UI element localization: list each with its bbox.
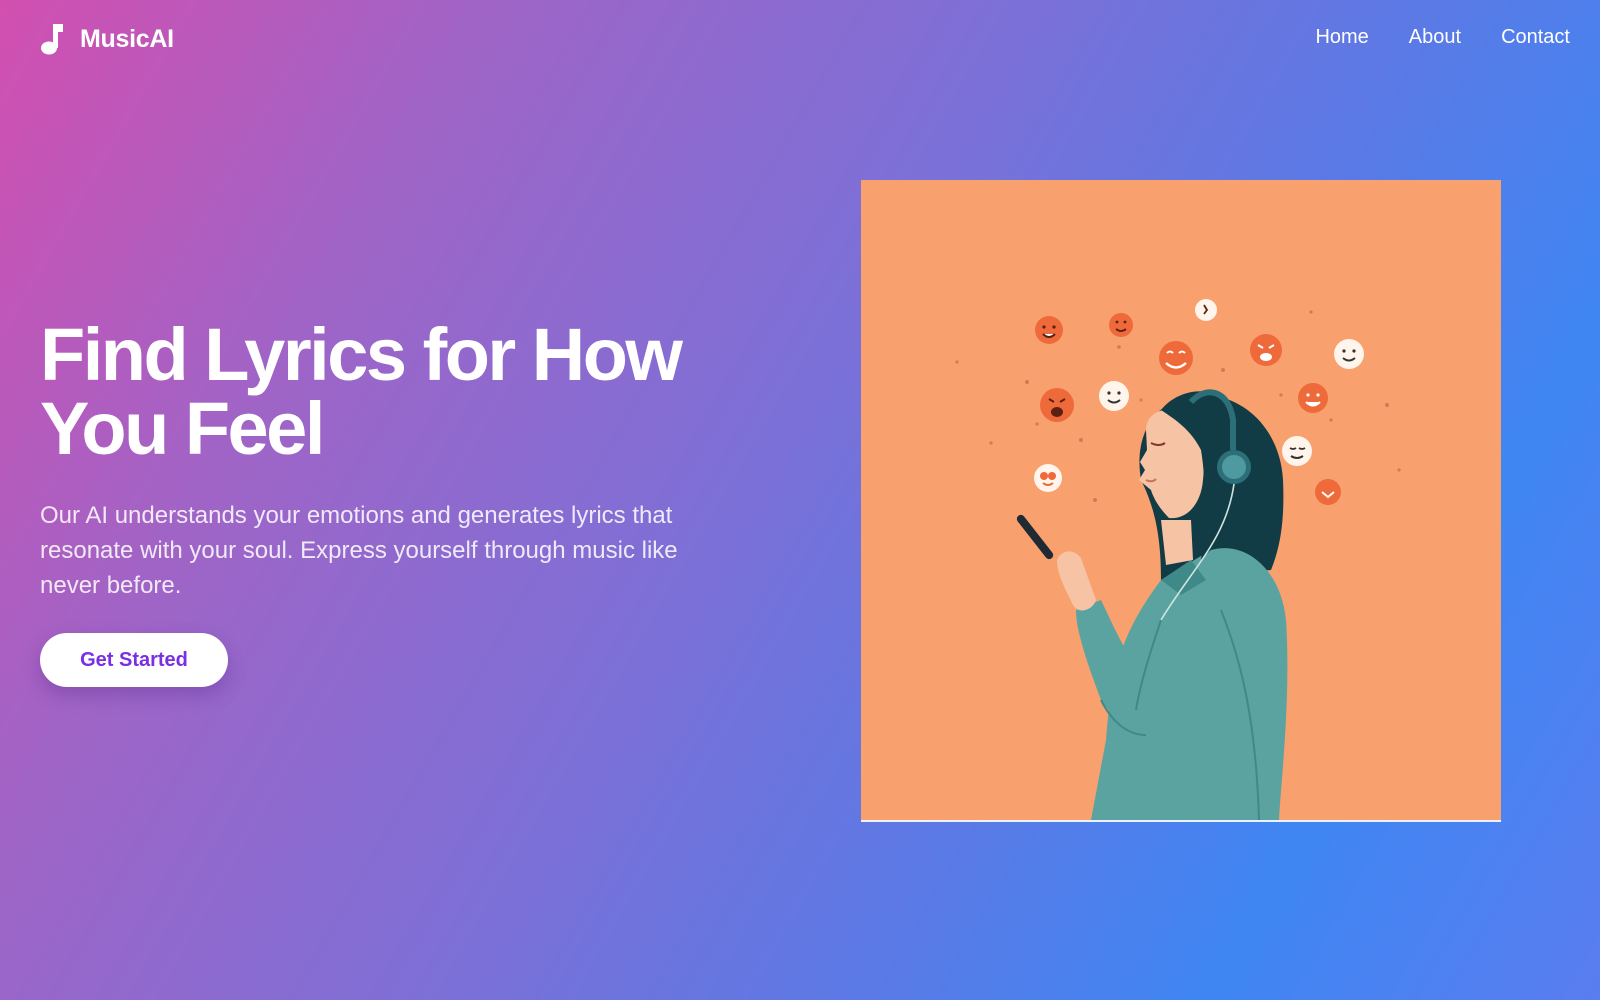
music-note-icon xyxy=(41,24,63,55)
top-nav: MusicAI Home About Contact xyxy=(0,0,1600,80)
nav-link-home[interactable]: Home xyxy=(1315,26,1368,49)
nav-link-contact[interactable]: Contact xyxy=(1501,26,1570,49)
brand-logo[interactable]: MusicAI xyxy=(40,22,174,56)
hero-headline: Find Lyrics for How You Feel xyxy=(40,318,740,466)
hero-headline-line2: You Feel xyxy=(40,387,325,470)
hero-headline-line1: Find Lyrics for How xyxy=(40,313,683,396)
hero-subtitle: Our AI understands your emotions and gen… xyxy=(40,502,678,599)
brand-name: MusicAI xyxy=(80,24,174,53)
nav-links: Home About Contact xyxy=(1315,26,1570,49)
hero-illustration xyxy=(861,180,1501,820)
get-started-button[interactable]: Get Started xyxy=(40,633,228,687)
hero-section: Find Lyrics for How You Feel Our AI unde… xyxy=(40,318,740,687)
woman-listening-illustration xyxy=(861,180,1501,820)
nav-link-about[interactable]: About xyxy=(1409,26,1461,49)
